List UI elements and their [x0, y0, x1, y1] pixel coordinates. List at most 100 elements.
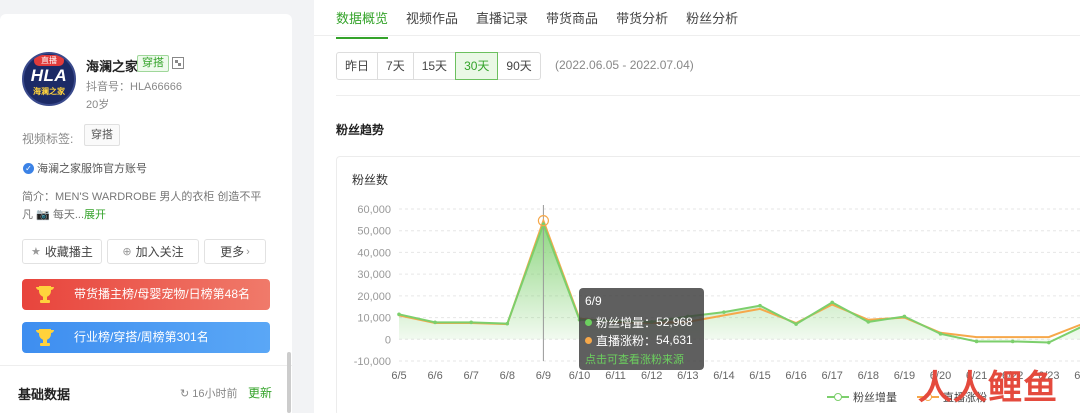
chart-tooltip: 6/9 粉丝增量： 52,968 直播涨粉： 54,631 点击可查看涨粉来源: [579, 288, 704, 370]
period-yesterday[interactable]: 昨日: [336, 52, 379, 80]
plus-circle-icon: ⊕: [122, 246, 132, 258]
data-point: [1010, 339, 1015, 344]
trophy-icon: [36, 286, 54, 303]
qr-code-icon[interactable]: [172, 57, 184, 69]
x-tick-label: 6/6: [427, 370, 442, 382]
data-point: [794, 322, 798, 326]
rank-label: 行业榜/穿搭/周榜第301名: [74, 330, 209, 344]
x-tick-label: 6/9: [536, 370, 551, 382]
follow-label: 加入关注: [135, 245, 184, 259]
x-tick-label: 6/15: [749, 370, 770, 382]
update-time: ↻ 16小时前: [180, 385, 237, 401]
douyin-id: 抖音号：HLA66666: [86, 81, 182, 93]
verified-row: ✓ 海澜之家服饰官方账号: [23, 160, 147, 176]
divider: [336, 95, 1080, 96]
x-tick-label: 6/14: [713, 370, 734, 382]
x-tick-label: 6/10: [569, 370, 590, 382]
rank-banner-sales[interactable]: 带货播主榜/母婴宠物/日榜第48名: [22, 279, 270, 310]
intro: 简介：MEN'S WARDROBE 男人的衣柜 创造不平凡 📷 每天...展开: [22, 188, 272, 224]
x-tick-label: 6/18: [858, 370, 879, 382]
x-tick-label: 6/13: [677, 370, 698, 382]
trophy-icon: [36, 329, 54, 346]
green-dot-icon: [585, 318, 592, 326]
avatar-logo: HLA: [30, 66, 68, 85]
profile-panel: 直播 HLA 海澜之家 海澜之家 穿搭 抖音号：HLA66666 20岁 视频标…: [0, 14, 292, 413]
category-tag: 穿搭: [137, 55, 169, 72]
y-tick-label: 60,000: [357, 204, 391, 216]
y-tick-label: 10,000: [357, 313, 391, 325]
star-icon: ★: [31, 246, 41, 258]
data-point: [1047, 340, 1051, 345]
update-time-text: 16小时前: [192, 388, 238, 400]
data-point: [830, 300, 834, 305]
intro-emoji: 📷: [36, 209, 50, 221]
x-tick-label: 6/7: [464, 370, 479, 382]
x-tick-label: 6/5: [391, 370, 406, 382]
avatar[interactable]: 直播 HLA 海澜之家: [22, 52, 76, 106]
favorite-label: 收藏播主: [44, 245, 93, 259]
tooltip-label: 直播涨粉：: [596, 333, 657, 348]
intro-tail: 每天...: [52, 209, 84, 221]
x-tick-label: 6/8: [500, 370, 515, 382]
basic-data-title: 基础数据: [18, 387, 71, 402]
x-tick-label: 6/24: [1074, 370, 1080, 382]
y-tick-label: 30,000: [357, 269, 391, 281]
chevron-right-icon: ›: [246, 245, 250, 258]
scrollbar[interactable]: [287, 352, 291, 413]
y-tick-label: 20,000: [357, 291, 391, 303]
x-tick-label: 6/17: [821, 370, 842, 382]
orange-dot-icon: [585, 336, 592, 344]
x-tick-label: 6/11: [605, 370, 626, 382]
rank-banner-industry[interactable]: 行业榜/穿搭/周榜第301名: [22, 322, 270, 353]
x-tick-label: 6/12: [641, 370, 662, 382]
video-tag[interactable]: 穿搭: [84, 124, 120, 146]
verified-check-icon: ✓: [23, 162, 34, 174]
period-30d[interactable]: 30天: [455, 52, 499, 80]
account-age: 20岁: [86, 99, 110, 111]
period-7d[interactable]: 7天: [377, 52, 414, 80]
account-name: 海澜之家: [86, 59, 139, 74]
date-range: (2022.06.05 - 2022.07.04): [555, 58, 694, 72]
data-point: [974, 339, 979, 344]
more-button[interactable]: 更多 ›: [204, 239, 266, 264]
favorite-button[interactable]: ★ 收藏播主: [22, 239, 102, 264]
data-point: [722, 310, 726, 314]
more-label: 更多: [220, 245, 245, 259]
tooltip-value: 52,968: [656, 315, 693, 329]
tooltip-title: 6/9: [585, 294, 602, 308]
legend-label: 粉丝增量: [853, 392, 897, 404]
y-tick-label: 40,000: [357, 247, 391, 259]
main-panel: 数据概览 视频作品 直播记录 带货商品 带货分析 粉丝分析 昨日 7天 15天 …: [314, 0, 1080, 413]
legend-line-icon: [827, 392, 849, 402]
update-button[interactable]: 更新: [248, 384, 272, 401]
data-point: [758, 303, 762, 308]
legend-item[interactable]: 粉丝增量: [827, 389, 897, 405]
data-point: [938, 332, 943, 336]
verified-text: 海澜之家服饰官方账号: [37, 163, 147, 175]
data-point: [433, 320, 437, 325]
avatar-subtitle: 海澜之家: [33, 87, 65, 96]
section-title: 粉丝趋势: [336, 123, 385, 137]
x-tick-label: 6/16: [785, 370, 806, 382]
intro-expand-link[interactable]: 展开: [84, 209, 106, 221]
x-tick-label: 6/19: [894, 370, 915, 382]
tabs-divider: [314, 35, 1080, 36]
live-badge: 直播: [34, 55, 64, 66]
follow-button[interactable]: ⊕ 加入关注: [107, 239, 199, 264]
refresh-icon: ↻: [180, 387, 190, 400]
video-tag-label: 视频标签:: [22, 132, 74, 146]
data-point: [397, 312, 401, 317]
divider: [0, 365, 292, 366]
y-tick-label: 0: [385, 334, 391, 346]
watermark-logo: 人人鲤鱼: [918, 368, 1058, 408]
data-point: [866, 320, 871, 324]
rank-label: 带货播主榜/母婴宠物/日榜第48名: [74, 287, 251, 301]
period-90d[interactable]: 90天: [497, 52, 541, 80]
data-point: [505, 321, 510, 326]
period-15d[interactable]: 15天: [412, 52, 457, 80]
tooltip-source-link[interactable]: 点击可查看涨粉来源: [585, 351, 698, 367]
tooltip-row: 粉丝增量： 52,968: [585, 313, 698, 331]
y-tick-label: 50,000: [357, 226, 391, 238]
tooltip-value: 54,631: [656, 333, 693, 347]
period-selector: 昨日 7天 15天 30天 90天: [336, 52, 541, 80]
